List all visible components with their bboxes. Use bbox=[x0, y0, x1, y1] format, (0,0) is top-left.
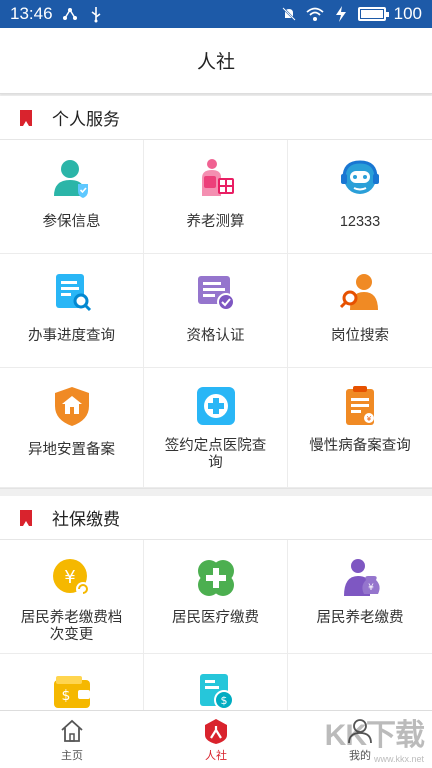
svg-text:¥: ¥ bbox=[64, 567, 75, 588]
service-pension-payment[interactable]: ¥ 居民养老缴费 bbox=[288, 540, 432, 654]
service-label: 居民养老缴费档次变更 bbox=[20, 610, 123, 643]
svg-text:$: $ bbox=[220, 694, 227, 707]
pension-calculator-icon bbox=[194, 156, 238, 200]
yuan-coin-change-icon: ¥ bbox=[50, 556, 94, 600]
renshe-icon bbox=[205, 718, 227, 744]
service-label: 签约定点医院查询 bbox=[164, 438, 267, 471]
section-divider bbox=[0, 488, 432, 496]
social-payment-grid: ¥ 居民养老缴费档次变更 居民医疗缴费 ¥ 居民养老缴费 $ $ bbox=[0, 540, 432, 710]
app-header: 人社 bbox=[0, 28, 432, 94]
service-qualification[interactable]: 资格认证 bbox=[144, 254, 288, 368]
service-label: 参保信息 bbox=[42, 214, 101, 230]
service-pension-level-change[interactable]: ¥ 居民养老缴费档次变更 bbox=[0, 540, 144, 654]
watermark-text: KK下载 bbox=[324, 719, 425, 752]
service-pension-calc[interactable]: 养老测算 bbox=[144, 140, 288, 254]
medical-clover-icon bbox=[194, 556, 238, 600]
tab-label: 主页 bbox=[61, 749, 83, 762]
service-hospital-query[interactable]: 签约定点医院查询 bbox=[144, 368, 288, 488]
home-icon bbox=[61, 719, 83, 742]
elder-money-bag-icon: ¥ bbox=[338, 556, 382, 600]
svg-text:¥: ¥ bbox=[368, 583, 374, 593]
wallet-dollar-icon: $ bbox=[50, 670, 94, 710]
tab-label: 人社 bbox=[205, 749, 227, 762]
insured-person-icon bbox=[50, 156, 94, 200]
service-label: 养老测算 bbox=[186, 214, 245, 230]
watermark-url: www.kkx.net bbox=[373, 754, 424, 764]
service-relocation[interactable]: 异地安置备案 bbox=[0, 368, 144, 488]
service-chronic-query[interactable]: ¥ 慢性病备案查询 bbox=[288, 368, 432, 488]
wifi-icon bbox=[306, 5, 324, 23]
service-progress-query[interactable]: 办事进度查询 bbox=[0, 254, 144, 368]
status-bar: 13:46 100 bbox=[0, 0, 432, 28]
cash-payment-icon: $ bbox=[194, 670, 238, 710]
tab-home[interactable]: 主页 bbox=[0, 711, 144, 768]
section-social-payment: 社保缴费 bbox=[0, 496, 432, 540]
service-label: 慢性病备案查询 bbox=[309, 438, 411, 454]
section-title: 社保缴费 bbox=[52, 510, 120, 529]
service-label: 居民医疗缴费 bbox=[172, 610, 259, 626]
service-medical-payment[interactable]: 居民医疗缴费 bbox=[144, 540, 288, 654]
watermark: KK下载 www.kkx.net bbox=[324, 710, 425, 764]
page-title: 人社 bbox=[196, 52, 235, 73]
tab-renshe[interactable]: 人社 bbox=[144, 711, 288, 768]
service-label: 资格认证 bbox=[186, 328, 245, 344]
progress-search-icon bbox=[50, 270, 94, 314]
service-job-search[interactable]: 岗位搜索 bbox=[288, 254, 432, 368]
relocation-house-icon bbox=[50, 384, 94, 428]
bookmark-icon bbox=[20, 509, 32, 526]
service-label: 岗位搜索 bbox=[331, 328, 389, 344]
status-time: 13:46 bbox=[10, 4, 53, 23]
svg-text:¥: ¥ bbox=[367, 415, 372, 423]
service-wallet[interactable]: $ bbox=[0, 654, 144, 710]
section-title: 个人服务 bbox=[52, 110, 120, 129]
section-personal-services: 个人服务 bbox=[0, 96, 432, 140]
service-label: 12333 bbox=[339, 214, 381, 230]
service-label: 异地安置备案 bbox=[28, 442, 115, 458]
job-search-icon bbox=[338, 270, 382, 314]
charging-icon bbox=[332, 5, 350, 23]
bookmark-icon bbox=[20, 109, 32, 126]
hospital-cross-icon bbox=[194, 384, 238, 428]
hotline-robot-icon bbox=[338, 156, 382, 200]
battery-percent: 100 bbox=[393, 4, 422, 23]
chronic-clipboard-icon: ¥ bbox=[338, 384, 382, 428]
personal-services-grid: 参保信息 养老测算 12333 办事进度查询 资格认证 岗位搜索 异地安置备案 … bbox=[0, 140, 432, 488]
service-cash-payment[interactable]: $ bbox=[144, 654, 288, 710]
service-hotline[interactable]: 12333 bbox=[288, 140, 432, 254]
svg-text:$: $ bbox=[61, 688, 70, 704]
share-icon bbox=[61, 5, 79, 23]
qualification-verify-icon bbox=[194, 270, 238, 314]
battery-icon bbox=[357, 7, 389, 21]
empty-cell bbox=[288, 654, 432, 710]
service-label: 居民养老缴费 bbox=[316, 610, 404, 626]
mute-bell-icon bbox=[280, 5, 298, 23]
service-insured-info[interactable]: 参保信息 bbox=[0, 140, 144, 254]
usb-icon bbox=[87, 5, 105, 23]
service-label: 办事进度查询 bbox=[28, 328, 115, 344]
main-content[interactable]: 个人服务 参保信息 养老测算 12333 办事进度查询 资格认证 岗位搜索 异地… bbox=[0, 96, 432, 710]
